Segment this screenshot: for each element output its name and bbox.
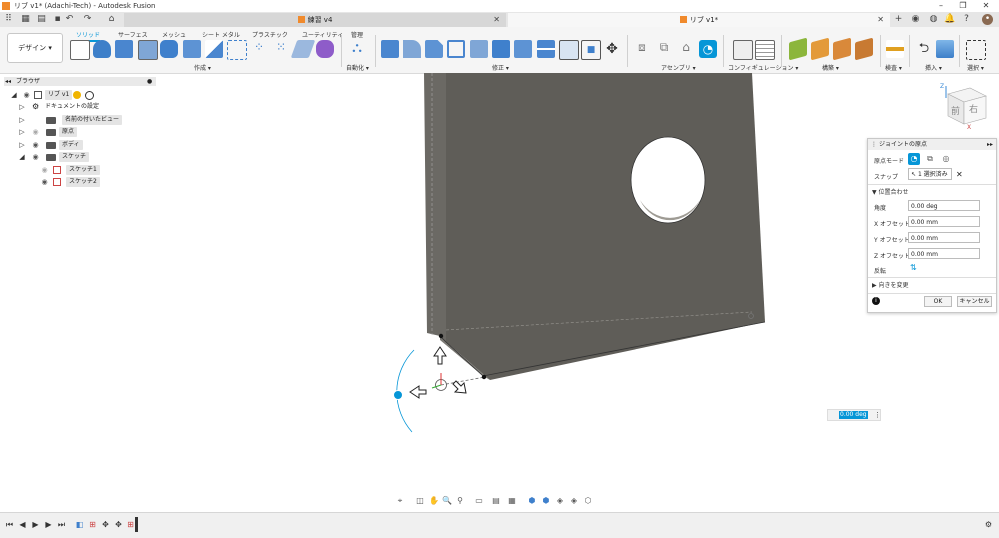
divider — [868, 293, 996, 294]
settings-gear-icon[interactable]: ⚙ — [983, 519, 994, 530]
snap-point[interactable] — [438, 333, 444, 339]
mode-label: 原点モード — [874, 158, 905, 165]
timeline-marker[interactable] — [135, 517, 138, 532]
plate-front-face[interactable] — [446, 73, 765, 380]
snap-label: スナップ — [874, 174, 899, 181]
go-to-end-icon[interactable]: ⏭ — [56, 519, 67, 530]
plate-side-face[interactable] — [424, 73, 446, 342]
view-cube[interactable]: Z 前 右 X — [938, 83, 994, 132]
flip-label: 反転 — [874, 268, 887, 275]
mode-between-two-faces-icon[interactable]: ⧉ — [924, 153, 936, 165]
z-offset-label: Z オフセット — [874, 253, 911, 260]
timeline-feature-move-icon[interactable]: ✥ — [100, 519, 111, 530]
z-offset-input[interactable]: 0.00 mm — [908, 248, 980, 259]
play-icon[interactable]: ▶ — [30, 519, 41, 530]
expand-dialog-icon[interactable]: ▸▸ — [987, 139, 993, 150]
alignment-section-toggle[interactable]: ▼ 位置合わせ — [872, 187, 909, 196]
snap-value: 1 選択済み — [917, 171, 948, 178]
more-options-icon[interactable]: ⋮ — [874, 410, 881, 420]
cancel-button[interactable]: キャンセル — [957, 296, 992, 307]
heads-up-angle-value[interactable]: 0.00 deg — [839, 411, 868, 419]
grip-icon[interactable]: ⋮ — [871, 139, 877, 150]
flip-icon[interactable]: ⇅ — [910, 263, 917, 272]
timeline-bar: ⏮ ◀ ▶ ▶ ⏭ ◧ ⊞ ✥ ✥ ⊞ ⚙ — [0, 512, 999, 538]
x-offset-label: X オフセット — [874, 221, 911, 228]
timeline-feature-move-icon[interactable]: ✥ — [113, 519, 124, 530]
orbit-target-icon[interactable]: ⌖ — [394, 495, 406, 507]
ok-button[interactable]: OK — [924, 296, 952, 307]
info-icon[interactable]: i — [872, 297, 880, 305]
shaded-edges-icon[interactable]: ⬢ — [540, 495, 552, 507]
joint-origin-dialog: ⋮ ジョイントの原点 ▸▸ 原点モード ◔ ⧉ ◎ スナップ ↖ 1 選択済み … — [867, 138, 997, 313]
pan-hand-icon[interactable]: ✋ — [428, 495, 440, 507]
viewport-canvas[interactable] — [0, 0, 999, 537]
orientation-section-label: 向きを変更 — [878, 282, 909, 289]
go-to-start-icon[interactable]: ⏮ — [4, 519, 15, 530]
zoom-icon[interactable]: 🔍 — [441, 495, 453, 507]
snap-point[interactable] — [481, 374, 487, 380]
hole[interactable] — [630, 136, 706, 224]
timeline-feature-body-icon[interactable]: ◧ — [74, 519, 85, 530]
navigation-bar: ⌖ ◫ ✋ 🔍 ⚲ ▭ ▤ ▦ ⬢ ⬢ ◈ ◈ ⬡ — [394, 495, 606, 508]
orientation-section-toggle[interactable]: ▶ 向きを変更 — [872, 280, 909, 289]
move-arrow-left[interactable] — [409, 385, 427, 399]
divider — [868, 184, 996, 185]
fit-icon[interactable]: ⚲ — [454, 495, 466, 507]
display-settings-icon[interactable]: ▭ — [473, 495, 485, 507]
alignment-section-label: 位置合わせ — [878, 189, 909, 196]
step-back-icon[interactable]: ◀ — [17, 519, 28, 530]
effects-icon[interactable]: ◈ — [568, 495, 580, 507]
x-offset-input[interactable]: 0.00 mm — [908, 216, 980, 227]
step-forward-icon[interactable]: ▶ — [43, 519, 54, 530]
z-axis-label: Z — [940, 83, 945, 90]
x-axis-label: X — [967, 124, 972, 131]
shaded-view-icon[interactable]: ⬢ — [526, 495, 538, 507]
rotate-handle[interactable] — [393, 390, 403, 400]
heads-up-angle-input[interactable]: 0.00 deg ⋮ — [827, 409, 881, 421]
clear-selection-icon[interactable]: ✕ — [956, 170, 963, 179]
move-arrow-right[interactable] — [452, 380, 467, 394]
grid-settings-icon[interactable]: ▤ — [490, 495, 502, 507]
look-at-icon[interactable]: ◫ — [414, 495, 426, 507]
visibility-icon[interactable]: ◈ — [554, 495, 566, 507]
right-face-label[interactable]: 右 — [969, 102, 978, 115]
snap-selection-field[interactable]: ↖ 1 選択済み — [908, 168, 952, 180]
mode-simple-icon[interactable]: ◔ — [908, 153, 920, 165]
angle-label: 角度 — [874, 205, 887, 212]
angle-input[interactable]: 0.00 deg — [908, 200, 980, 211]
y-offset-input[interactable]: 0.00 mm — [908, 232, 980, 243]
divider — [868, 277, 996, 278]
wireframe-icon[interactable]: ⬡ — [582, 495, 594, 507]
timeline-feature-sketch-icon[interactable]: ⊞ — [87, 519, 98, 530]
mode-two-edge-icon[interactable]: ◎ — [940, 153, 952, 165]
y-offset-label: Y オフセット — [874, 237, 910, 244]
dialog-title: ジョイントの原点 — [879, 141, 928, 148]
cursor-arrow-icon: ↖ — [911, 171, 917, 178]
front-face-label[interactable]: 前 — [951, 104, 960, 117]
dialog-header: ⋮ ジョイントの原点 ▸▸ — [868, 139, 996, 150]
viewports-icon[interactable]: ▦ — [506, 495, 518, 507]
move-arrow-up[interactable] — [433, 346, 447, 365]
